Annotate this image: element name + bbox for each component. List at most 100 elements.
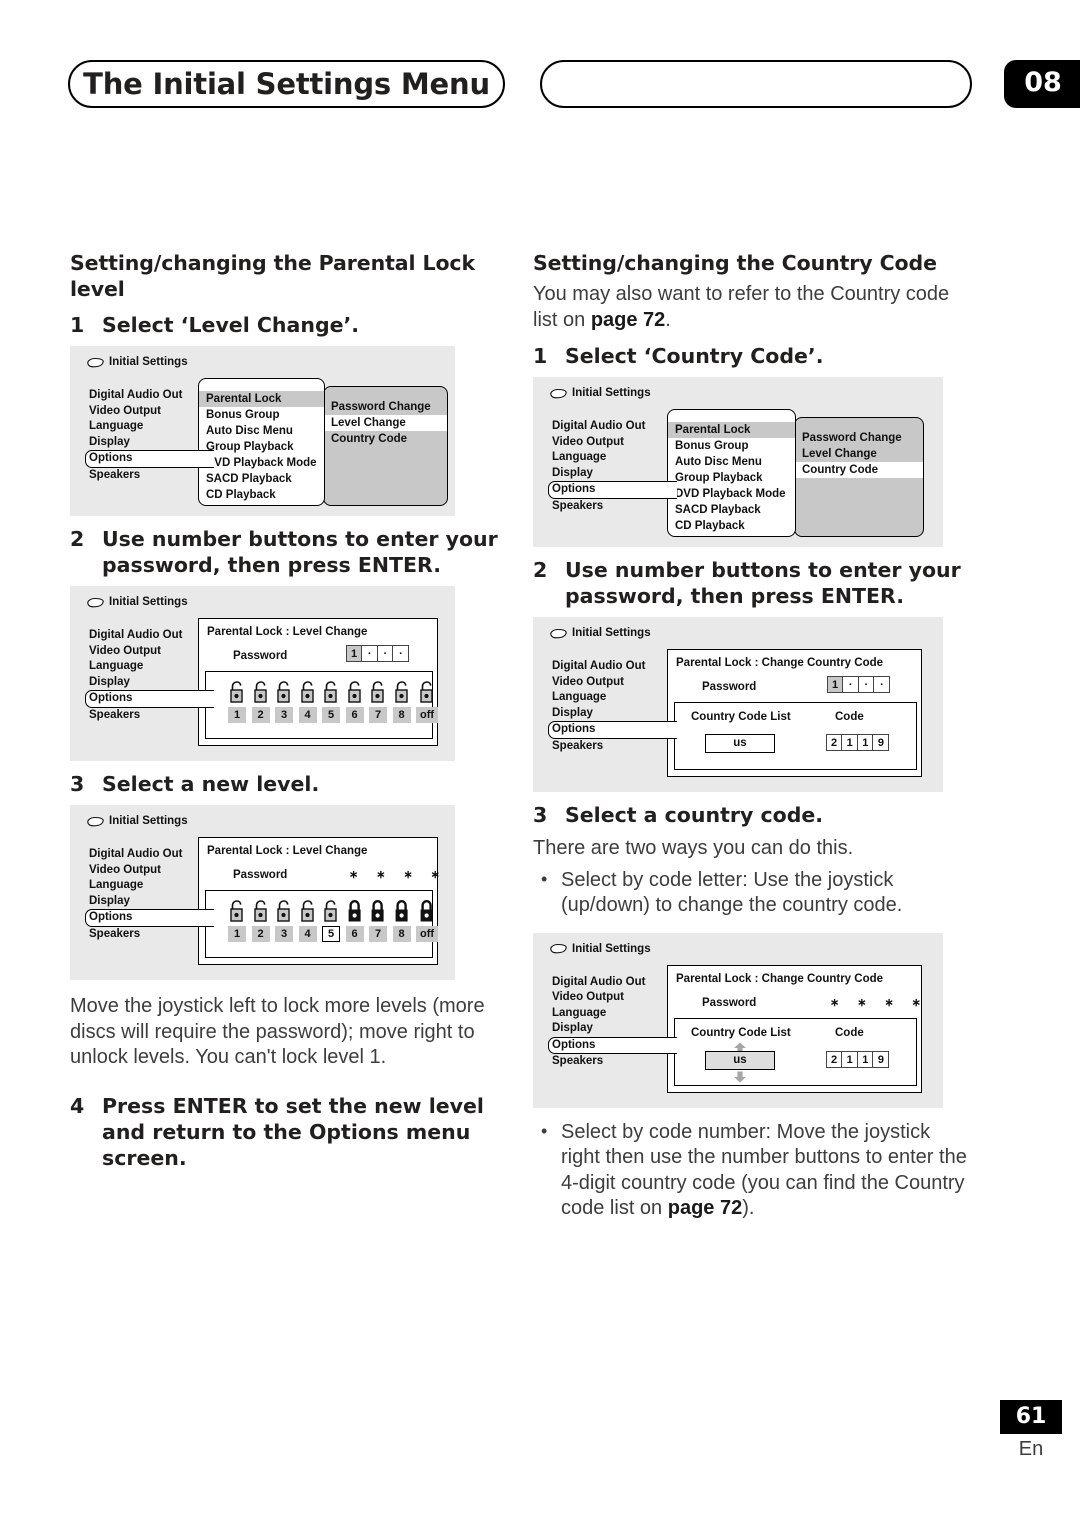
osd4-suboption-password-change[interactable]: Password Change	[795, 430, 923, 446]
osd1-option-group-playback[interactable]: Group Playback	[199, 439, 324, 455]
osd5-code-digits[interactable]: 2 1 1 9	[825, 734, 890, 751]
osd5-password-digit-2[interactable]: ·	[842, 676, 860, 693]
osd5-code-digit-4[interactable]: 9	[872, 734, 890, 751]
osd2-password-digit-1[interactable]: 1	[345, 645, 363, 662]
osd5-item-digital-audio-out[interactable]: Digital Audio Out	[549, 659, 677, 675]
osd2-lock-cell-off[interactable]: off	[416, 680, 438, 723]
osd1-suboption-country-code[interactable]: Country Code	[324, 431, 447, 447]
osd2-item-video-output[interactable]: Video Output	[86, 644, 214, 660]
osd4-option-bonus-group[interactable]: Bonus Group	[668, 438, 795, 454]
osd3-lock-cell-5[interactable]: 5	[322, 899, 340, 942]
osd5-item-language[interactable]: Language	[549, 690, 677, 706]
osd4-option-group-playback[interactable]: Group Playback	[668, 470, 795, 486]
osd5-password-digit-1[interactable]: 1	[826, 676, 844, 693]
osd2-lock-cell-4[interactable]: 4	[298, 680, 317, 723]
osd6-code-digit-2[interactable]: 1	[841, 1050, 859, 1068]
osd2-lock-cell-8[interactable]: 8	[392, 680, 411, 723]
osd2-password-digit-2[interactable]: ·	[361, 645, 379, 662]
osd1-item-speakers[interactable]: Speakers	[86, 468, 214, 484]
osd5-item-display[interactable]: Display	[549, 706, 677, 722]
osd2-lock-cell-3[interactable]: 3	[275, 680, 293, 723]
osd4-item-speakers[interactable]: Speakers	[549, 499, 677, 515]
osd1-option-cd-playback[interactable]: CD Playback	[199, 487, 324, 503]
osd6-country-value[interactable]: us	[705, 1050, 775, 1070]
osd2-item-display[interactable]: Display	[86, 675, 214, 691]
osd4-option-cd-playback[interactable]: CD Playback	[668, 518, 795, 534]
osd2-item-options[interactable]: Options	[85, 690, 214, 708]
osd3-lock-cell-off[interactable]: off	[416, 899, 438, 942]
osd3-item-options[interactable]: Options	[85, 909, 214, 927]
osd4-item-display[interactable]: Display	[549, 466, 677, 482]
osd6-item-video-output[interactable]: Video Output	[549, 990, 677, 1006]
osd2-item-language[interactable]: Language	[86, 659, 214, 675]
osd2-lock-cell-7[interactable]: 7	[369, 680, 387, 723]
osd5-item-video-output[interactable]: Video Output	[549, 675, 677, 691]
osd3-lock-cell-2[interactable]: 2	[251, 899, 270, 942]
osd3-item-digital-audio-out[interactable]: Digital Audio Out	[86, 847, 214, 863]
osd1-option-auto-disc-menu[interactable]: Auto Disc Menu	[199, 423, 324, 439]
osd4-item-video-output[interactable]: Video Output	[549, 435, 677, 451]
osd6-code-digit-3[interactable]: 1	[856, 1050, 874, 1068]
osd3-password-masked[interactable]: ∗ ∗ ∗ ∗	[349, 868, 440, 881]
osd1-item-video-output[interactable]: Video Output	[86, 404, 214, 420]
osd6-item-speakers[interactable]: Speakers	[549, 1054, 677, 1070]
osd3-item-video-output[interactable]: Video Output	[86, 863, 214, 879]
osd3-lock-cell-8[interactable]: 8	[392, 899, 411, 942]
osd3-lock-cell-4[interactable]: 4	[298, 899, 317, 942]
osd3-lock-cell-6[interactable]: 6	[345, 899, 364, 942]
osd3-lock-label-3: 3	[275, 926, 293, 942]
osd6-item-language[interactable]: Language	[549, 1006, 677, 1022]
osd5-country-value[interactable]: us	[705, 734, 775, 753]
osd1-item-display[interactable]: Display	[86, 435, 214, 451]
osd5-code-digit-1[interactable]: 2	[825, 734, 843, 751]
osd4-option-sacd-playback[interactable]: SACD Playback	[668, 502, 795, 518]
osd4-suboption-level-change[interactable]: Level Change	[795, 446, 923, 462]
osd1-option-parental-lock[interactable]: Parental Lock	[199, 391, 324, 407]
osd6-password-masked[interactable]: ∗ ∗ ∗ ∗	[830, 996, 921, 1009]
osd1-item-options[interactable]: Options	[85, 450, 214, 468]
osd2-lock-cell-1[interactable]: 1	[228, 680, 246, 723]
osd2-password-digit-3[interactable]: ·	[376, 645, 394, 662]
osd6-item-options[interactable]: Options	[548, 1036, 677, 1054]
osd4-item-digital-audio-out[interactable]: Digital Audio Out	[549, 419, 677, 435]
osd5-password-digit-3[interactable]: ·	[857, 676, 875, 693]
osd4-option-auto-disc-menu[interactable]: Auto Disc Menu	[668, 454, 795, 470]
osd2-password-digits[interactable]: 1 · · ·	[345, 645, 410, 662]
osd2-lock-cell-6[interactable]: 6	[345, 680, 364, 723]
osd1-item-digital-audio-out[interactable]: Digital Audio Out	[86, 388, 214, 404]
osd5-item-options[interactable]: Options	[548, 721, 677, 739]
osd5-password-digits[interactable]: 1 · · ·	[826, 676, 891, 693]
osd2-lock-cell-2[interactable]: 2	[251, 680, 270, 723]
osd1-option-bonus-group[interactable]: Bonus Group	[199, 407, 324, 423]
arrow-down-icon[interactable]	[733, 1070, 747, 1088]
osd3-lock-cell-1[interactable]: 1	[228, 899, 246, 942]
osd6-item-digital-audio-out[interactable]: Digital Audio Out	[549, 975, 677, 991]
osd1-option-sacd-playback[interactable]: SACD Playback	[199, 471, 324, 487]
osd6-code-digits[interactable]: 2 1 1 9	[825, 1050, 890, 1068]
osd5-code-digit-3[interactable]: 1	[856, 734, 874, 751]
osd3-item-language[interactable]: Language	[86, 878, 214, 894]
osd2-item-speakers[interactable]: Speakers	[86, 708, 214, 724]
osd6-code-digit-4[interactable]: 9	[872, 1050, 890, 1068]
osd3-item-display[interactable]: Display	[86, 894, 214, 910]
osd6-code-digit-1[interactable]: 2	[825, 1050, 843, 1068]
osd1-suboption-level-change[interactable]: Level Change	[324, 415, 447, 431]
osd4-item-options[interactable]: Options	[548, 481, 677, 499]
osd1-suboption-password-change[interactable]: Password Change	[324, 399, 447, 415]
osd4-option-parental-lock[interactable]: Parental Lock	[668, 422, 795, 438]
osd3-item-speakers[interactable]: Speakers	[86, 927, 214, 943]
osd2-password-digit-4[interactable]: ·	[392, 645, 410, 662]
osd1-option-dvd-playback-mode[interactable]: DVD Playback Mode	[199, 455, 324, 471]
osd2-lock-cell-5[interactable]: 5	[322, 680, 340, 723]
osd2-item-digital-audio-out[interactable]: Digital Audio Out	[86, 628, 214, 644]
osd3-lock-cell-7[interactable]: 7	[369, 899, 387, 942]
osd5-code-digit-2[interactable]: 1	[841, 734, 859, 751]
osd4-option-dvd-playback-mode[interactable]: DVD Playback Mode	[668, 486, 795, 502]
osd1-item-language[interactable]: Language	[86, 419, 214, 435]
osd5-password-digit-4[interactable]: ·	[873, 676, 891, 693]
osd4-suboption-country-code[interactable]: Country Code	[795, 462, 923, 478]
osd4-item-language[interactable]: Language	[549, 450, 677, 466]
osd3-lock-cell-3[interactable]: 3	[275, 899, 293, 942]
osd6-item-display[interactable]: Display	[549, 1021, 677, 1037]
osd5-item-speakers[interactable]: Speakers	[549, 739, 677, 755]
